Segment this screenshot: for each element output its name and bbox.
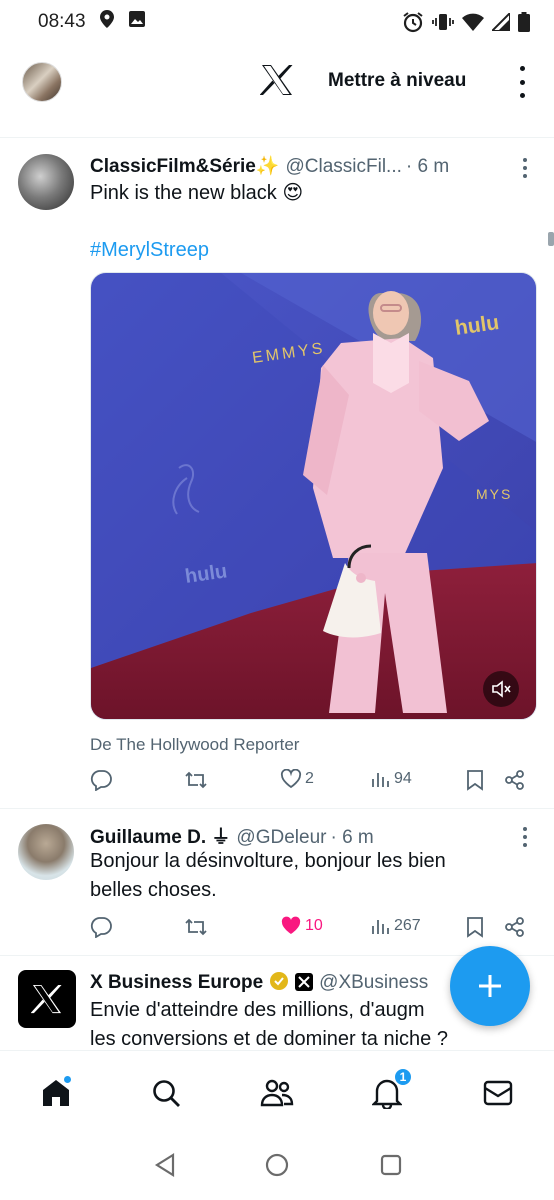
x-affiliate-badge-icon	[295, 973, 314, 991]
tweet-timestamp: · 6 m	[330, 827, 374, 848]
bookmark-icon	[467, 770, 483, 791]
like-count: 10	[305, 917, 323, 934]
tweet-author-handle[interactable]: @ClassicFil...	[285, 156, 401, 178]
bookmark-button[interactable]	[466, 916, 484, 938]
tweet-more-icon[interactable]	[522, 827, 528, 847]
upgrade-button[interactable]: Mettre à niveau	[328, 70, 466, 92]
search-icon	[153, 1080, 180, 1107]
reply-icon	[90, 770, 112, 791]
tweet-text-line: les conversions et de dominer ta niche ?	[90, 1028, 448, 1050]
tweet-author-name[interactable]: ClassicFilm&Série✨	[90, 154, 279, 178]
tweet-actions: 2 94	[90, 769, 530, 799]
mail-icon	[483, 1080, 513, 1106]
profile-avatar[interactable]	[22, 62, 62, 102]
notification-badge: 1	[393, 1067, 413, 1087]
share-icon	[505, 917, 524, 937]
tweet-timestamp: · 6 m	[405, 156, 450, 177]
recents-nav-icon[interactable]	[376, 1150, 406, 1180]
tweet-text-line: belles choses.	[90, 879, 217, 901]
back-nav-icon[interactable]	[150, 1150, 180, 1180]
retweet-button[interactable]	[184, 916, 208, 938]
views-icon	[372, 773, 389, 787]
location-icon	[99, 10, 114, 34]
home-new-indicator	[63, 1075, 72, 1084]
x-logo-icon	[31, 984, 62, 1014]
retweet-icon	[185, 918, 207, 936]
views-button[interactable]: 267	[371, 916, 421, 936]
tweet-text: Pink is the new black 😍	[90, 182, 304, 204]
home-nav-icon[interactable]	[262, 1150, 292, 1180]
alarm-icon	[402, 11, 424, 33]
status-bar: 08:43	[0, 0, 554, 44]
wifi-icon	[462, 13, 484, 31]
views-icon	[372, 920, 389, 934]
nav-communities[interactable]	[257, 1073, 297, 1113]
view-count: 267	[394, 917, 421, 934]
battery-icon	[518, 12, 530, 32]
bookmark-icon	[467, 917, 483, 938]
nav-search[interactable]	[146, 1073, 186, 1113]
compose-post-button[interactable]	[450, 946, 530, 1026]
views-button[interactable]: 94	[371, 769, 412, 789]
tweet-author-handle[interactable]: @XBusiness	[319, 972, 428, 994]
tweet-text-line: Envie d'atteindre des millions, d'augm	[90, 999, 425, 1021]
reply-button[interactable]	[90, 916, 112, 938]
retweet-button[interactable]	[184, 769, 208, 791]
system-navigation-bar	[0, 1130, 554, 1200]
tweet-avatar[interactable]	[18, 824, 74, 880]
tweet-more-icon[interactable]	[522, 158, 528, 178]
communities-icon	[260, 1079, 294, 1107]
emmys-sign-right: MYS	[476, 486, 512, 502]
more-options-icon[interactable]	[512, 66, 532, 98]
tweet-avatar[interactable]	[18, 154, 74, 210]
vibrate-icon	[432, 12, 454, 32]
share-button[interactable]	[504, 769, 526, 791]
nav-home[interactable]	[36, 1073, 76, 1113]
gallery-icon	[128, 10, 146, 34]
reply-icon	[90, 917, 112, 938]
tweet-video[interactable]: EMMYS hulu hulu MYS	[90, 272, 537, 720]
status-time: 08:43	[38, 11, 86, 32]
retweet-icon	[185, 771, 207, 789]
bookmark-button[interactable]	[466, 769, 484, 791]
bottom-navigation: 1	[0, 1050, 554, 1130]
share-button[interactable]	[504, 916, 526, 938]
plus-icon	[479, 975, 501, 997]
hashtag-link[interactable]: #MerylStreep	[90, 236, 510, 265]
reply-button[interactable]	[90, 769, 112, 791]
nav-messages[interactable]	[478, 1073, 518, 1113]
scrollbar-thumb[interactable]	[548, 232, 554, 246]
video-source[interactable]: De The Hollywood Reporter	[90, 735, 299, 755]
tweet-avatar[interactable]	[18, 970, 76, 1028]
view-count: 94	[394, 770, 412, 787]
like-count: 2	[305, 770, 314, 787]
top-app-bar: Mettre à niveau	[0, 48, 554, 114]
x-logo-icon[interactable]	[259, 64, 294, 101]
nav-notifications[interactable]: 1	[367, 1067, 413, 1113]
heart-icon	[280, 769, 302, 789]
like-button[interactable]: 10	[280, 916, 323, 936]
tweet-author-name[interactable]: X Business Europe	[90, 972, 263, 994]
like-button[interactable]: 2	[280, 769, 314, 789]
share-icon	[505, 770, 524, 790]
tweet-author-handle[interactable]: @GDeleur	[236, 827, 326, 849]
mute-icon[interactable]	[483, 671, 519, 707]
tweet-text-line: Bonjour la désinvolture, bonjour les bie…	[90, 850, 446, 872]
signal-icon	[492, 13, 510, 31]
verified-gold-icon	[269, 971, 289, 997]
tweet-actions: 10 267	[90, 916, 530, 946]
heart-filled-icon	[281, 916, 301, 934]
tweet-author-name[interactable]: Guillaume D. ⏚	[90, 822, 230, 849]
